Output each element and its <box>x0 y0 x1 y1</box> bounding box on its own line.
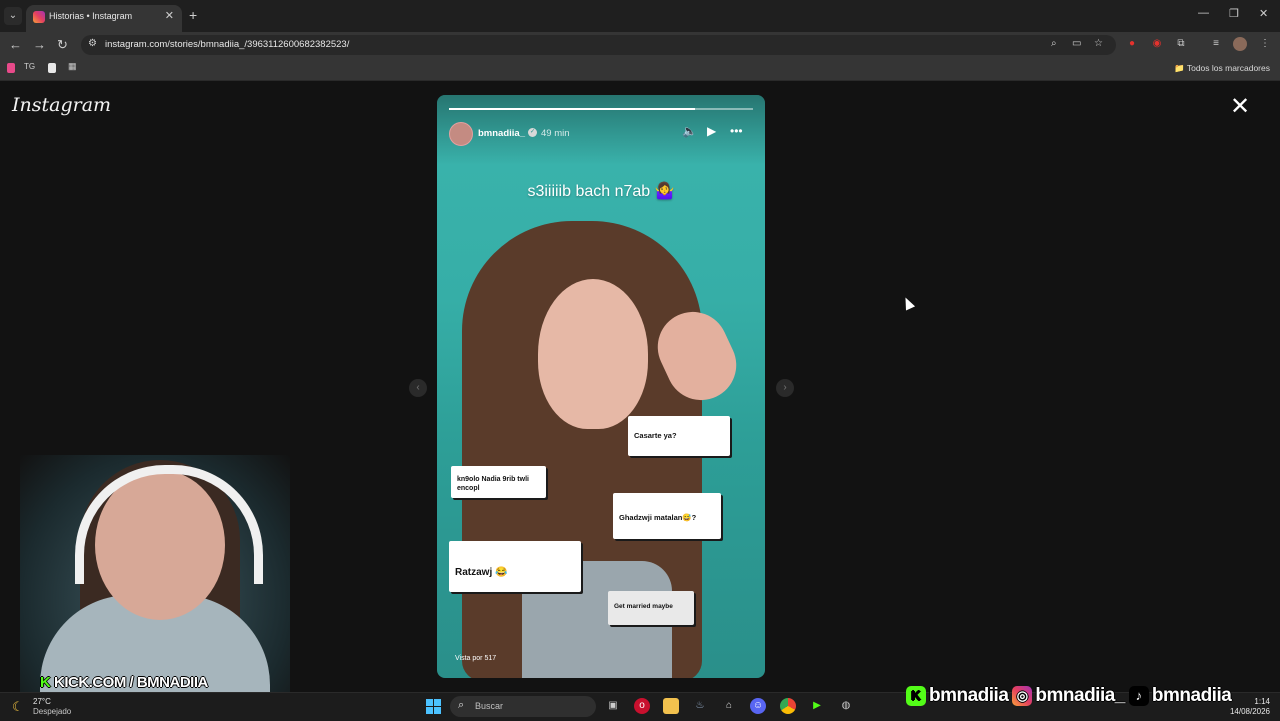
more-options-icon[interactable]: ••• <box>730 124 743 138</box>
webcam-overlay <box>20 455 290 695</box>
tiktok-icon: ♪ <box>1128 686 1149 706</box>
file-explorer-icon[interactable] <box>663 698 679 714</box>
bookmarks-bar: TG ▦ 📁 Todos los marcadores <box>0 58 1280 81</box>
browser-tab-bar: ⌄ Historias • Instagram ✕ + — ❐ ✕ <box>0 0 1280 32</box>
story-progress-bar <box>449 108 753 110</box>
back-arrow-icon[interactable]: ← <box>9 37 22 53</box>
search-icon: ⌕ <box>458 699 465 711</box>
browser-toolbar: ← → ↻ ⚙ instagram.com/stories/bmnadiia_/… <box>0 32 1280 58</box>
story-time: 49 min <box>541 128 570 139</box>
weather-moon-icon[interactable]: ☾ <box>12 699 24 715</box>
forward-arrow-icon[interactable]: → <box>33 37 46 53</box>
address-bar[interactable]: ⚙ instagram.com/stories/bmnadiia_/396311… <box>81 35 1116 55</box>
instagram-logo[interactable]: Instagram <box>12 94 111 116</box>
instagram-social-handle: bmnadiia_ <box>1035 685 1125 706</box>
apps-grid-icon[interactable]: ▦ <box>68 61 78 71</box>
kick-handle: KICK.COM / BMNADIIA <box>54 674 208 691</box>
cast-icon[interactable]: ▭ <box>1072 38 1081 49</box>
story-viewer[interactable]: bmnadiia_ ✓ 49 min 🔈 ▶ ••• s3iiiiib bach… <box>437 95 765 678</box>
bookmark-pink-icon[interactable] <box>7 63 15 73</box>
kick-watermark: K KICK.COM / BMNADIIA <box>40 674 208 691</box>
maximize-button[interactable]: ❐ <box>1229 7 1239 20</box>
minimize-button[interactable]: — <box>1198 7 1209 19</box>
url-text[interactable]: instagram.com/stories/bmnadiia_/39631126… <box>105 39 349 50</box>
extension-badge-icon[interactable]: ◉ <box>1150 37 1164 51</box>
tab-close-icon[interactable]: ✕ <box>165 9 174 22</box>
instagram-favicon-icon <box>33 11 45 23</box>
play-icon[interactable]: ▶ <box>707 124 716 138</box>
story-username[interactable]: bmnadiia_ <box>478 128 525 139</box>
all-bookmarks-label: Todos los marcadores <box>1186 63 1270 73</box>
question-card: Ghadzwji matalan😅? <box>613 493 721 539</box>
reload-icon[interactable]: ↻ <box>57 37 68 53</box>
window-close-button[interactable]: ✕ <box>1259 7 1268 20</box>
profile-avatar[interactable] <box>1233 37 1247 51</box>
zoom-icon[interactable]: ⌕ <box>1051 38 1057 49</box>
bookmark-star-icon[interactable]: ☆ <box>1094 38 1103 49</box>
weather-temp[interactable]: 27°C <box>33 697 51 706</box>
instagram-icon: ◎ <box>1012 686 1033 706</box>
next-story-arrow-icon[interactable]: › <box>776 379 794 397</box>
bookmark-tg[interactable]: TG <box>24 62 35 71</box>
discord-icon[interactable]: ☺ <box>750 698 766 714</box>
search-placeholder: Buscar <box>475 701 504 711</box>
question-card: Casarte ya? <box>628 416 730 456</box>
tiktok-social-handle: bmnadiia <box>1151 685 1232 706</box>
sound-icon[interactable]: 🔈 <box>682 124 697 138</box>
question-card: kn9olo Nadia 9rib twli encopl <box>451 466 546 498</box>
tab-search-chevron-icon[interactable]: ⌄ <box>4 7 22 25</box>
tab-instagram-stories[interactable]: Historias • Instagram ✕ <box>26 5 182 32</box>
question-card: Get married maybe <box>608 591 694 625</box>
chrome-icon[interactable] <box>780 698 796 714</box>
extension-red-icon[interactable]: ● <box>1125 37 1139 51</box>
steam-icon[interactable]: ♨ <box>692 698 708 714</box>
kick-icon: K <box>906 686 926 706</box>
story-avatar[interactable] <box>449 122 473 146</box>
bookmark-white-icon[interactable] <box>48 63 56 73</box>
previous-story-arrow-icon[interactable]: ‹ <box>409 379 427 397</box>
new-tab-button[interactable]: + <box>189 7 197 23</box>
tab-title: Historias • Instagram <box>49 11 133 21</box>
extensions-puzzle-icon[interactable]: ⧉ <box>1174 37 1188 51</box>
taskbar-search[interactable]: ⌕ Buscar <box>450 696 596 717</box>
kick-social-handle: bmnadiia <box>929 685 1009 706</box>
verified-badge-icon: ✓ <box>528 128 537 137</box>
task-view-icon[interactable]: ▣ <box>605 698 621 714</box>
question-card: Ratzawj 😂 <box>449 541 581 592</box>
store-icon[interactable]: ⌂ <box>721 698 737 714</box>
weather-condition[interactable]: Despejado <box>33 707 71 716</box>
media-queue-icon[interactable]: ≡ <box>1209 37 1223 51</box>
mouse-cursor-icon <box>900 295 916 311</box>
kick-app-icon[interactable]: ▶ <box>809 698 825 714</box>
close-stories-icon[interactable]: ✕ <box>1230 94 1250 120</box>
app-circle-icon[interactable]: ◍ <box>838 698 854 714</box>
social-handles-overlay: Kbmnadiia ◎ bmnadiia_ ♪ bmnadiia <box>906 685 1235 713</box>
story-views[interactable]: Vista por 517 <box>455 655 496 662</box>
menu-kebab-icon[interactable]: ⋮ <box>1258 37 1272 51</box>
story-caption: s3iiiiib bach n7ab 🤷‍♀️ <box>527 183 675 200</box>
kick-logo-icon: K <box>40 674 51 691</box>
all-bookmarks-folder[interactable]: 📁 Todos los marcadores <box>1174 63 1270 74</box>
opera-icon[interactable]: o <box>634 698 650 714</box>
windows-start-icon[interactable] <box>426 699 441 714</box>
site-info-icon[interactable]: ⚙ <box>88 38 97 49</box>
